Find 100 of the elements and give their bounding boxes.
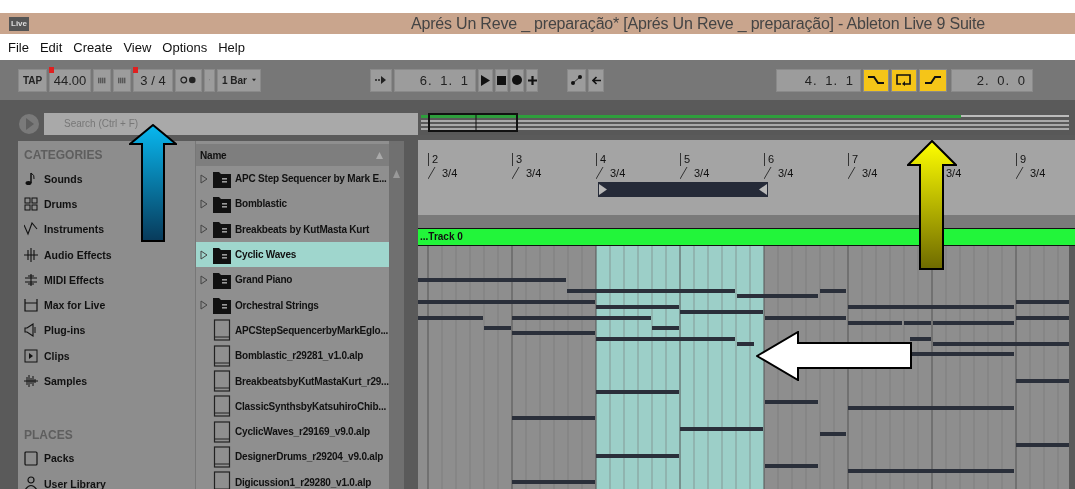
category-item[interactable]: MIDI Effects	[24, 267, 195, 293]
follow-button[interactable]	[370, 68, 392, 92]
clip-title-bar[interactable]: ...Track 0	[418, 228, 1075, 246]
midi-note[interactable]	[765, 464, 818, 468]
menu-item[interactable]: Help	[218, 39, 245, 55]
quantize-dropdown[interactable]: 1 Bar	[217, 68, 261, 92]
midi-note[interactable]	[1016, 316, 1069, 320]
midi-note[interactable]	[848, 469, 1014, 473]
tap-button[interactable]: TAP	[18, 68, 47, 92]
stop-button[interactable]	[495, 68, 508, 92]
overdub-button[interactable]	[526, 68, 538, 92]
browser-item[interactable]: Bomblastic	[196, 191, 389, 217]
midi-note[interactable]	[910, 337, 931, 341]
midi-note[interactable]	[910, 352, 1014, 356]
view-box-handle[interactable]	[428, 113, 518, 132]
browser-item[interactable]: Orchestral Strings	[196, 292, 389, 318]
tempo-field[interactable]: 44.00	[49, 68, 91, 92]
midi-note[interactable]	[765, 400, 818, 404]
midi-note[interactable]	[848, 406, 1014, 410]
midi-note[interactable]	[680, 427, 763, 431]
midi-note[interactable]	[596, 337, 735, 341]
expand-icon[interactable]	[200, 300, 209, 311]
category-item[interactable]: Samples	[24, 368, 195, 394]
preview-button-icon[interactable]	[18, 112, 40, 135]
menu-item[interactable]: Edit	[39, 39, 63, 55]
midi-note[interactable]	[512, 480, 595, 484]
expand-icon[interactable]	[200, 274, 209, 285]
menu-item[interactable]: Create	[73, 39, 113, 55]
browser-item[interactable]: Bomblastic_r29281_v1.0.alp	[196, 343, 389, 369]
timeline-ruler[interactable]: 2 3/4 3 3/4 4 3/4 5 3/4 6 3/4 7 3/4 3/4 9 3/4	[418, 140, 1075, 215]
midi-note[interactable]	[418, 278, 566, 282]
midi-note[interactable]	[737, 342, 754, 346]
expand-icon[interactable]	[200, 173, 209, 184]
category-item[interactable]: Drums	[24, 191, 195, 217]
scroll-up-icon[interactable]	[392, 169, 401, 179]
browser-item[interactable]: Grand Piano	[196, 267, 389, 293]
place-item[interactable]: Packs	[24, 445, 195, 471]
browser-item[interactable]: Breakbeats by KutMasta Kurt	[196, 216, 389, 242]
record-button[interactable]	[510, 68, 524, 92]
midi-note[interactable]	[652, 326, 679, 330]
expand-icon[interactable]	[200, 224, 209, 235]
category-item[interactable]: Clips	[24, 343, 195, 369]
browser-item[interactable]: Cyclic Waves	[196, 241, 389, 268]
loop-brace[interactable]	[598, 182, 768, 197]
midi-note[interactable]	[933, 321, 1014, 325]
song-position-field[interactable]: 6. 1. 1	[394, 68, 476, 92]
browser-item[interactable]: APCStepSequencerbyMarkEglo...	[196, 317, 389, 344]
midi-clip-canvas[interactable]	[418, 246, 1069, 489]
category-item[interactable]: Plug-ins	[24, 317, 195, 344]
midi-note[interactable]	[765, 316, 846, 320]
midi-note[interactable]	[596, 454, 679, 458]
midi-note[interactable]	[596, 305, 679, 309]
midi-note[interactable]	[1016, 379, 1069, 383]
draw-mode-button[interactable]	[567, 68, 586, 92]
category-item[interactable]: Instruments	[24, 216, 195, 242]
browser-item[interactable]: CyclicWaves_r29169_v9.0.alp	[196, 418, 389, 445]
expand-icon[interactable]	[200, 198, 209, 209]
play-button[interactable]	[478, 68, 493, 92]
menu-item[interactable]: View	[123, 39, 152, 55]
browser-item[interactable]: ClassicSynthsbyKatsuhiroChib...	[196, 393, 389, 419]
midi-note[interactable]	[680, 310, 763, 314]
midi-note[interactable]	[820, 432, 846, 436]
category-item[interactable]: Sounds	[24, 166, 195, 192]
midi-note[interactable]	[737, 294, 818, 298]
midi-note[interactable]	[418, 316, 483, 320]
time-signature-field[interactable]: 3 / 4	[133, 68, 173, 92]
browser-item[interactable]: Digicussion1_r29280_v1.0.alp	[196, 469, 389, 489]
midi-note[interactable]	[820, 289, 846, 293]
midi-note[interactable]	[848, 321, 902, 325]
midi-note[interactable]	[512, 316, 651, 320]
browser-item[interactable]: BreakbeatsbyKutMastaKurt_r29...	[196, 368, 389, 394]
browser-item[interactable]: APC Step Sequencer by Mark E...	[196, 166, 389, 192]
column-header[interactable]: Name	[196, 144, 389, 166]
scrollbar[interactable]	[389, 141, 404, 489]
midi-note[interactable]	[848, 305, 1014, 309]
menu-item[interactable]: Options	[162, 39, 208, 55]
metronome-button[interactable]	[175, 68, 202, 92]
browser-item[interactable]: DesignerDrums_r29204_v9.0.alp	[196, 444, 389, 470]
midi-note[interactable]	[484, 326, 511, 330]
back-button[interactable]	[588, 68, 604, 92]
expand-icon[interactable]	[200, 249, 209, 260]
place-item[interactable]: User Library	[24, 470, 195, 489]
midi-note[interactable]	[567, 289, 735, 293]
nudge-up-button[interactable]	[113, 68, 131, 92]
midi-note[interactable]	[904, 321, 931, 325]
loop-start-field[interactable]: 4. 1. 1	[776, 68, 861, 92]
punch-in-button[interactable]	[863, 68, 889, 92]
midi-note[interactable]	[933, 342, 1069, 346]
loop-length-field[interactable]: 2. 0. 0	[951, 68, 1033, 92]
loop-button[interactable]	[891, 68, 917, 92]
menu-item[interactable]: File	[8, 39, 29, 55]
midi-note[interactable]	[418, 300, 595, 304]
midi-note[interactable]	[512, 331, 595, 335]
midi-note[interactable]	[512, 416, 595, 420]
punch-out-button[interactable]	[919, 68, 947, 92]
nudge-down-button[interactable]	[93, 68, 111, 92]
category-item[interactable]: Max for Live	[24, 292, 195, 318]
midi-note[interactable]	[596, 390, 679, 394]
midi-note[interactable]	[1016, 443, 1069, 447]
midi-note[interactable]	[1016, 300, 1069, 304]
